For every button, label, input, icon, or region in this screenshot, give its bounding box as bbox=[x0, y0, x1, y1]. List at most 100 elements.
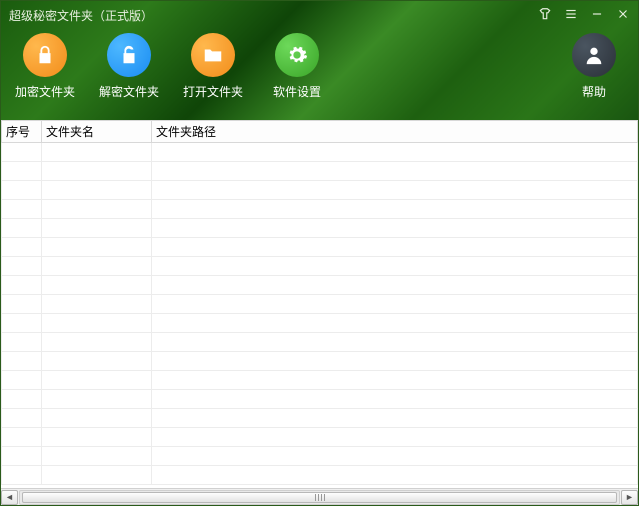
table-cell bbox=[152, 447, 638, 466]
content-area: 序号 文件夹名 文件夹路径 ◄ ► bbox=[1, 120, 638, 505]
titlebar: 超级秘密文件夹（正式版） bbox=[1, 1, 638, 29]
table-cell bbox=[2, 352, 42, 371]
open-folder-button[interactable]: 打开文件夹 bbox=[183, 33, 243, 100]
table-row[interactable] bbox=[2, 314, 638, 333]
scroll-grip-icon bbox=[315, 494, 325, 501]
scroll-right-button[interactable]: ► bbox=[621, 490, 638, 505]
table-cell bbox=[152, 333, 638, 352]
menu-icon[interactable] bbox=[564, 7, 578, 24]
table-cell bbox=[2, 238, 42, 257]
table-row[interactable] bbox=[2, 295, 638, 314]
table-cell bbox=[152, 200, 638, 219]
lock-open-icon bbox=[107, 33, 151, 77]
table-cell bbox=[42, 352, 152, 371]
table-cell bbox=[42, 295, 152, 314]
table-cell bbox=[42, 428, 152, 447]
table-row[interactable] bbox=[2, 276, 638, 295]
table-cell bbox=[42, 447, 152, 466]
table-row[interactable] bbox=[2, 181, 638, 200]
table-cell bbox=[152, 181, 638, 200]
close-button[interactable] bbox=[616, 7, 630, 24]
table-cell bbox=[42, 409, 152, 428]
settings-label: 软件设置 bbox=[273, 83, 321, 100]
table-cell bbox=[152, 390, 638, 409]
table-cell bbox=[152, 352, 638, 371]
help-button[interactable]: 帮助 bbox=[564, 33, 624, 100]
table-cell bbox=[152, 371, 638, 390]
scroll-thumb[interactable] bbox=[22, 492, 617, 503]
table-cell bbox=[2, 333, 42, 352]
table-row[interactable] bbox=[2, 466, 638, 485]
table-row[interactable] bbox=[2, 371, 638, 390]
table-row[interactable] bbox=[2, 200, 638, 219]
open-label: 打开文件夹 bbox=[183, 83, 243, 100]
table-cell bbox=[2, 276, 42, 295]
table-cell bbox=[152, 257, 638, 276]
table-cell bbox=[2, 447, 42, 466]
toolbar: 加密文件夹 解密文件夹 打开文件夹 软件设置 bbox=[1, 29, 638, 100]
table-row[interactable] bbox=[2, 409, 638, 428]
decrypt-folder-button[interactable]: 解密文件夹 bbox=[99, 33, 159, 100]
table-cell bbox=[2, 257, 42, 276]
skin-icon[interactable] bbox=[538, 7, 552, 24]
table-cell bbox=[2, 162, 42, 181]
table-cell bbox=[2, 314, 42, 333]
table-cell bbox=[2, 200, 42, 219]
minimize-button[interactable] bbox=[590, 7, 604, 24]
table-row[interactable] bbox=[2, 428, 638, 447]
table-cell bbox=[42, 371, 152, 390]
table-cell bbox=[152, 409, 638, 428]
table-row[interactable] bbox=[2, 143, 638, 162]
horizontal-scrollbar[interactable]: ◄ ► bbox=[1, 488, 638, 505]
folder-icon bbox=[191, 33, 235, 77]
help-label: 帮助 bbox=[582, 83, 606, 100]
col-header-index[interactable]: 序号 bbox=[2, 121, 42, 143]
person-icon bbox=[572, 33, 616, 77]
app-title: 超级秘密文件夹（正式版） bbox=[9, 7, 538, 24]
table-cell bbox=[42, 219, 152, 238]
header: 超级秘密文件夹（正式版） 加密 bbox=[1, 1, 638, 120]
encrypt-folder-button[interactable]: 加密文件夹 bbox=[15, 33, 75, 100]
table-cell bbox=[42, 333, 152, 352]
window-controls bbox=[538, 7, 630, 24]
table-cell bbox=[152, 314, 638, 333]
table-row[interactable] bbox=[2, 447, 638, 466]
table-cell bbox=[42, 162, 152, 181]
table-cell bbox=[2, 466, 42, 485]
col-header-path[interactable]: 文件夹路径 bbox=[152, 121, 638, 143]
table-cell bbox=[152, 295, 638, 314]
table-row[interactable] bbox=[2, 219, 638, 238]
encrypt-label: 加密文件夹 bbox=[15, 83, 75, 100]
table-cell bbox=[2, 219, 42, 238]
table-cell bbox=[42, 390, 152, 409]
table-row[interactable] bbox=[2, 390, 638, 409]
table-cell bbox=[2, 390, 42, 409]
table-cell bbox=[152, 238, 638, 257]
table-cell bbox=[42, 143, 152, 162]
table-cell bbox=[2, 143, 42, 162]
settings-button[interactable]: 软件设置 bbox=[267, 33, 327, 100]
table-cell bbox=[152, 219, 638, 238]
decrypt-label: 解密文件夹 bbox=[99, 83, 159, 100]
folder-table[interactable]: 序号 文件夹名 文件夹路径 bbox=[1, 120, 638, 488]
scroll-track[interactable] bbox=[19, 490, 620, 505]
table-row[interactable] bbox=[2, 238, 638, 257]
table-cell bbox=[2, 428, 42, 447]
table-row[interactable] bbox=[2, 352, 638, 371]
scroll-left-button[interactable]: ◄ bbox=[1, 490, 18, 505]
table-cell bbox=[152, 276, 638, 295]
table-cell bbox=[42, 238, 152, 257]
table-row[interactable] bbox=[2, 162, 638, 181]
table-cell bbox=[42, 181, 152, 200]
gear-icon bbox=[275, 33, 319, 77]
table-cell bbox=[42, 466, 152, 485]
table-cell bbox=[42, 276, 152, 295]
table-cell bbox=[42, 200, 152, 219]
table-row[interactable] bbox=[2, 257, 638, 276]
table-cell bbox=[42, 314, 152, 333]
col-header-name[interactable]: 文件夹名 bbox=[42, 121, 152, 143]
table-cell bbox=[152, 162, 638, 181]
table-cell bbox=[2, 181, 42, 200]
table-cell bbox=[42, 257, 152, 276]
table-row[interactable] bbox=[2, 333, 638, 352]
